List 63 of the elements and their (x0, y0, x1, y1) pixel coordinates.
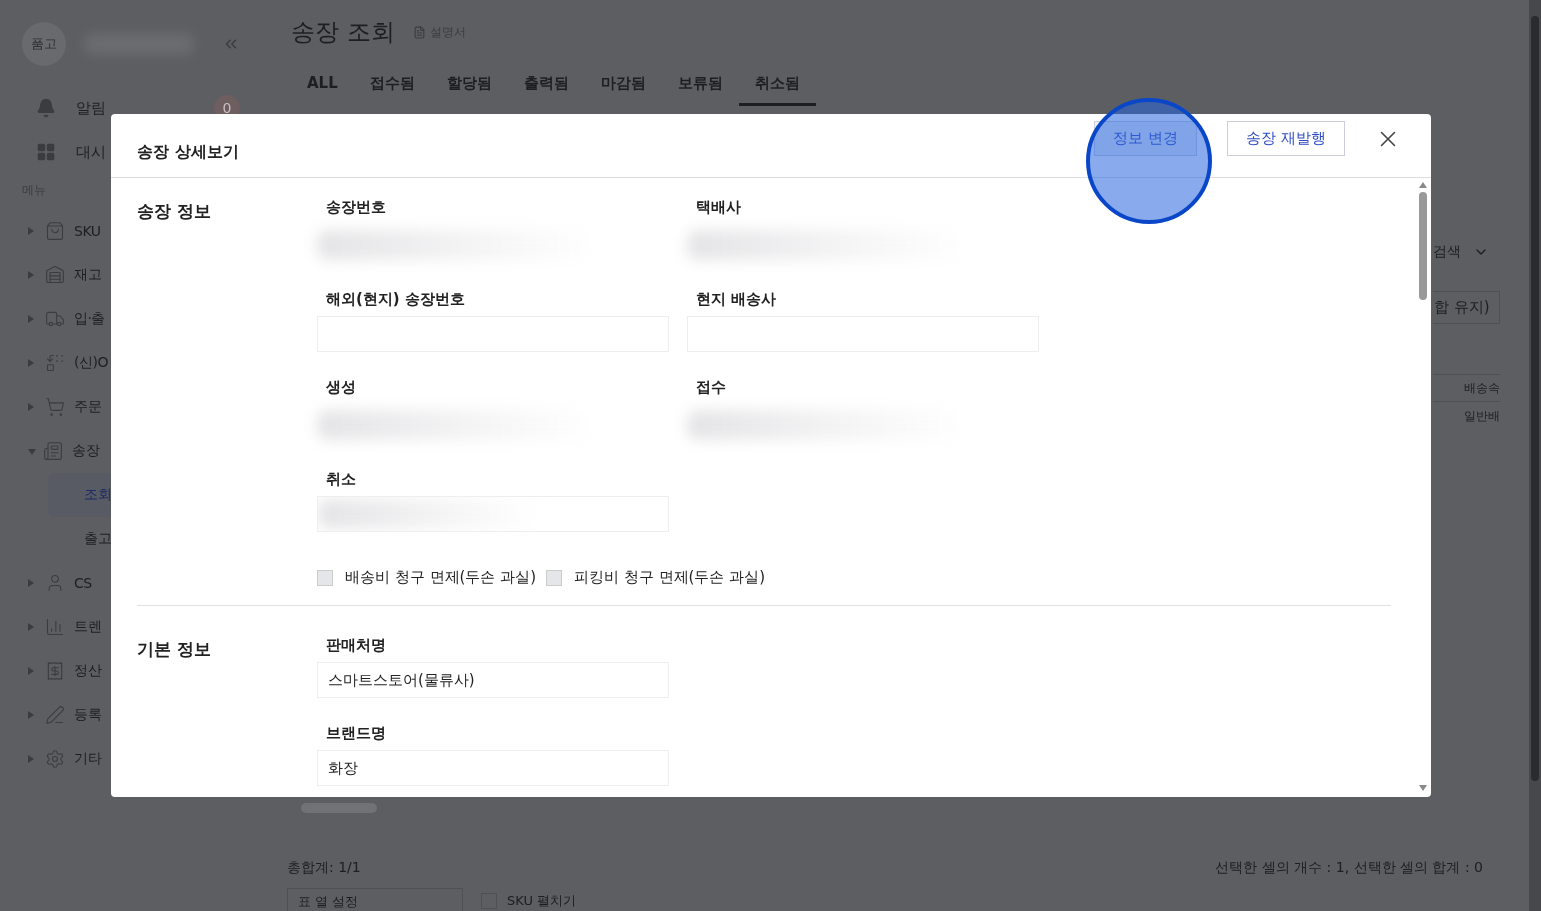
input-field[interactable]: 화장 (317, 750, 669, 786)
status-tab[interactable]: 보류됨 (661, 66, 739, 106)
menu-label[interactable]: 송장 (72, 442, 99, 460)
input-field[interactable]: 스마트스토어(물류사) (317, 662, 669, 698)
status-tab[interactable]: 마감됨 (584, 66, 662, 106)
menu-label[interactable]: (신)O (74, 354, 108, 372)
total-count: 총합계: 1/1 (287, 859, 361, 877)
checkbox-label[interactable]: 피킹비 청구 면제(두손 과실) (574, 568, 766, 587)
menu-label[interactable]: 주문 (74, 398, 101, 416)
scrollbar-thumb[interactable] (1531, 16, 1539, 781)
section-title: 송장 정보 (137, 200, 212, 223)
menu-label[interactable]: SKU (74, 223, 101, 239)
section-title: 기본 정보 (137, 638, 212, 661)
menu-icon (45, 749, 65, 769)
column-settings-select[interactable]: 표 열 설정 (287, 888, 463, 911)
selection-summary: 선택한 셀의 개수 : 1, 선택한 셀의 합계 : 0 (1215, 859, 1483, 877)
menu-label[interactable]: 트렌 (74, 618, 101, 636)
bell-icon (36, 98, 56, 118)
menu-icon (43, 441, 63, 461)
field-label: 접수 (695, 378, 727, 396)
status-tab[interactable]: ALL (291, 66, 354, 106)
menu-label[interactable]: 입·출 (74, 310, 105, 328)
menu-label[interactable]: CS (74, 575, 92, 591)
field-label: 취소 (325, 470, 357, 488)
menu-label[interactable]: 재고 (74, 266, 101, 284)
field-label: 현지 배송사 (695, 290, 778, 308)
menu-label[interactable]: 알림 (76, 98, 106, 118)
menu-label[interactable]: 기타 (74, 750, 101, 768)
status-tab[interactable]: 출력됨 (507, 66, 585, 106)
field-label: 판매처명 (325, 636, 387, 654)
scrollbar-thumb[interactable] (1419, 192, 1427, 300)
field-label: 택배사 (695, 198, 742, 216)
checkbox-label[interactable]: SKU 펼치기 (507, 892, 577, 910)
field-label: 해외(현지) 송장번호 (325, 290, 466, 308)
action-button[interactable]: 송장 재발행 (1227, 121, 1345, 156)
status-tab[interactable]: 취소됨 (738, 66, 816, 106)
column-header: 배송속 (1433, 374, 1500, 402)
menu-label[interactable]: 등록 (74, 706, 101, 724)
document-icon (412, 25, 426, 39)
logo: 품고 (22, 22, 66, 66)
grid-icon (36, 142, 56, 162)
menu-icon (45, 309, 65, 329)
checkbox-label[interactable]: 배송비 청구 면제(두손 과실) (345, 568, 536, 587)
menu-icon (45, 397, 65, 417)
menu-icon (45, 221, 65, 241)
field-label: 브랜드명 (325, 724, 387, 742)
page-title: 송장 조회 (291, 17, 395, 48)
field-label: 송장번호 (325, 198, 387, 216)
keep-button[interactable]: 합 유지) (1433, 291, 1500, 324)
field-label: 생성 (325, 378, 357, 396)
menu-icon (45, 353, 65, 373)
status-tab[interactable]: 할당됨 (430, 66, 508, 106)
menu-icon (45, 265, 65, 285)
table-cell-text: 일반배 (1463, 407, 1500, 425)
menu-icon (45, 705, 65, 725)
menu-icon (45, 617, 65, 637)
action-button[interactable]: 정보 변경 (1094, 121, 1198, 156)
menu-label[interactable]: 정산 (74, 662, 101, 680)
menu-label[interactable]: 대시 (76, 142, 106, 162)
status-tab[interactable]: 접수됨 (353, 66, 431, 106)
menu-icon (45, 661, 65, 681)
dialog-title: 송장 상세보기 (137, 142, 239, 163)
search-toggle-label[interactable]: 검색 (1433, 243, 1461, 261)
